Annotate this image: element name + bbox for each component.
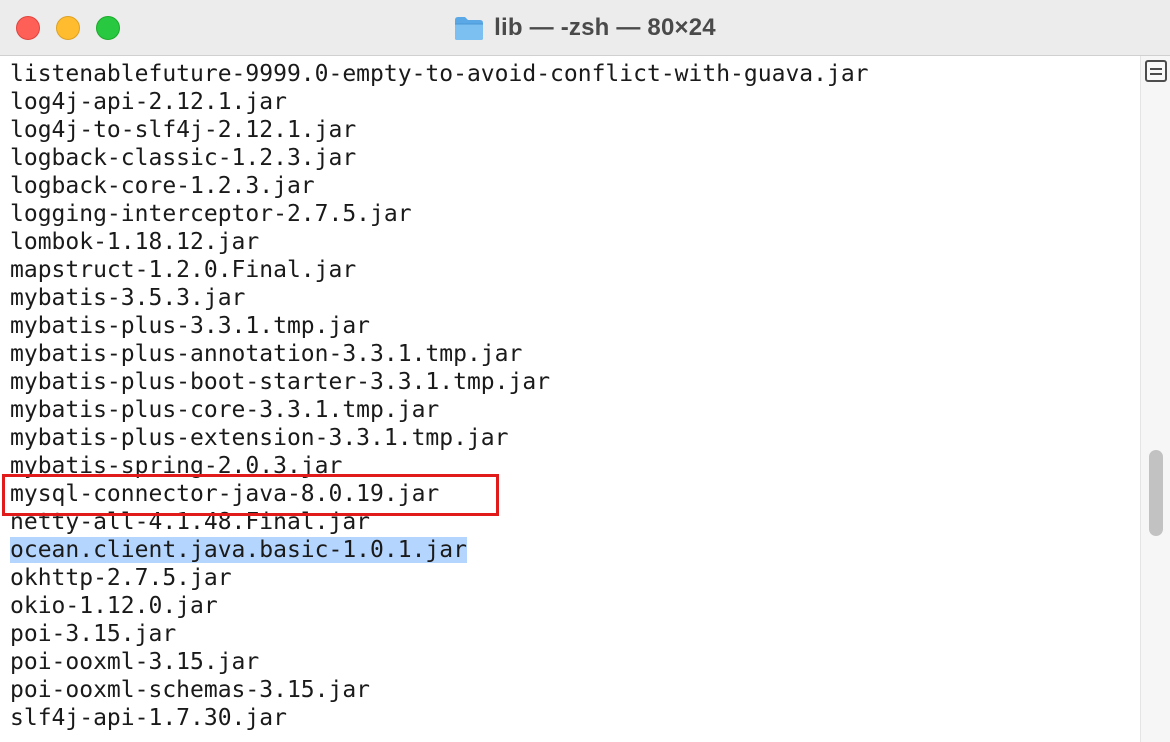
terminal-line-text: mybatis-plus-3.3.1.tmp.jar	[10, 313, 371, 339]
terminal-line-text: lombok-1.18.12.jar	[10, 229, 260, 255]
title-bar[interactable]: lib — -zsh — 80×24	[0, 0, 1170, 56]
window-title: lib — -zsh — 80×24	[494, 14, 716, 41]
terminal-line: listenablefuture-9999.0-empty-to-avoid-c…	[10, 60, 869, 88]
terminal-line: okhttp-2.7.5.jar	[10, 564, 869, 592]
terminal-line-text: log4j-api-2.12.1.jar	[10, 89, 287, 115]
terminal-line: mybatis-plus-boot-starter-3.3.1.tmp.jar	[10, 368, 869, 396]
terminal-line: mybatis-plus-core-3.3.1.tmp.jar	[10, 396, 869, 424]
terminal-line: mapstruct-1.2.0.Final.jar	[10, 256, 869, 284]
window-title-group: lib — -zsh — 80×24	[0, 0, 1170, 56]
terminal-line: log4j-api-2.12.1.jar	[10, 88, 869, 116]
terminal-output[interactable]: listenablefuture-9999.0-empty-to-avoid-c…	[0, 56, 1140, 742]
terminal-line-text: log4j-to-slf4j-2.12.1.jar	[10, 117, 357, 143]
zoom-button[interactable]	[96, 16, 120, 40]
terminal-line: poi-ooxml-schemas-3.15.jar	[10, 676, 869, 704]
terminal-window: lib — -zsh — 80×24 listenablefuture-9999…	[0, 0, 1170, 742]
terminal-line-text: mybatis-plus-core-3.3.1.tmp.jar	[10, 397, 440, 423]
minimize-button[interactable]	[56, 16, 80, 40]
terminal-line: mybatis-plus-extension-3.3.1.tmp.jar	[10, 424, 869, 452]
list-icon[interactable]	[1145, 60, 1167, 82]
terminal-line: poi-3.15.jar	[10, 620, 869, 648]
terminal-line-text: mybatis-plus-boot-starter-3.3.1.tmp.jar	[10, 369, 551, 395]
terminal-line: mybatis-plus-3.3.1.tmp.jar	[10, 312, 869, 340]
terminal-line-text: poi-ooxml-schemas-3.15.jar	[10, 677, 371, 703]
terminal-line-text: okio-1.12.0.jar	[10, 593, 218, 619]
terminal-line-text: mybatis-3.5.3.jar	[10, 285, 246, 311]
terminal-line-text: listenablefuture-9999.0-empty-to-avoid-c…	[10, 61, 869, 87]
terminal-line-text: slf4j-api-1.7.30.jar	[10, 705, 287, 731]
terminal-line: logging-interceptor-2.7.5.jar	[10, 200, 869, 228]
terminal-line: slf4j-api-1.7.30.jar	[10, 704, 869, 732]
terminal-line-text: logging-interceptor-2.7.5.jar	[10, 201, 412, 227]
terminal-line-text: mapstruct-1.2.0.Final.jar	[10, 257, 357, 283]
terminal-line-text: ocean.client.java.basic-1.0.1.jar	[10, 537, 467, 563]
terminal-line: mybatis-plus-annotation-3.3.1.tmp.jar	[10, 340, 869, 368]
terminal-line-text: mybatis-plus-extension-3.3.1.tmp.jar	[10, 425, 509, 451]
terminal-line: logback-core-1.2.3.jar	[10, 172, 869, 200]
output-lines: listenablefuture-9999.0-empty-to-avoid-c…	[10, 60, 869, 732]
scrollbar-thumb[interactable]	[1149, 450, 1163, 536]
terminal-line-text: logback-classic-1.2.3.jar	[10, 145, 357, 171]
terminal-line: poi-ooxml-3.15.jar	[10, 648, 869, 676]
terminal-line-text: logback-core-1.2.3.jar	[10, 173, 315, 199]
terminal-line-text: poi-3.15.jar	[10, 621, 177, 647]
vertical-scrollbar[interactable]	[1140, 56, 1170, 742]
highlight-annotation-box	[2, 474, 499, 516]
folder-icon	[455, 17, 484, 40]
selected-terminal-line: ocean.client.java.basic-1.0.1.jar	[10, 536, 869, 564]
terminal-line: lombok-1.18.12.jar	[10, 228, 869, 256]
terminal-line-text: mybatis-plus-annotation-3.3.1.tmp.jar	[10, 341, 523, 367]
terminal-line: okio-1.12.0.jar	[10, 592, 869, 620]
terminal-line-text: okhttp-2.7.5.jar	[10, 565, 232, 591]
close-button[interactable]	[16, 16, 40, 40]
terminal-line: log4j-to-slf4j-2.12.1.jar	[10, 116, 869, 144]
terminal-line: mybatis-3.5.3.jar	[10, 284, 869, 312]
terminal-line: logback-classic-1.2.3.jar	[10, 144, 869, 172]
terminal-line-text: poi-ooxml-3.15.jar	[10, 649, 260, 675]
